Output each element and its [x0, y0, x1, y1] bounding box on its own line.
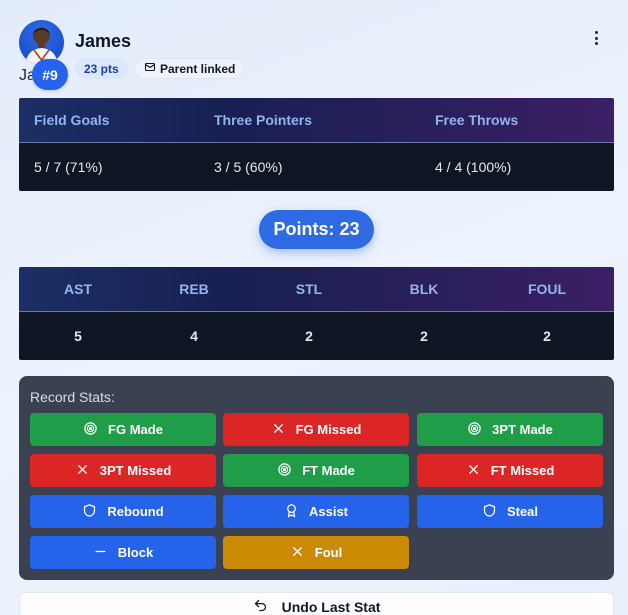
- x-icon: [75, 462, 90, 480]
- 3pt-made-button[interactable]: 3PT Made: [417, 413, 603, 446]
- steal-button[interactable]: Steal: [417, 495, 603, 528]
- player-header: Ja #9 James 23 pts Parent linked: [19, 19, 609, 91]
- ft-made-button[interactable]: FT Made: [223, 454, 409, 487]
- 3pt-made-label: 3PT Made: [492, 422, 553, 437]
- minus-icon: [93, 544, 108, 562]
- block-label: Block: [117, 545, 154, 560]
- jersey-number-badge: #9: [32, 59, 68, 90]
- parent-linked-badge: Parent linked: [134, 58, 246, 79]
- value-stl: 2: [305, 328, 313, 344]
- fg-missed-button[interactable]: FG Missed: [223, 413, 409, 446]
- assist-button[interactable]: Assist: [223, 495, 409, 528]
- x-icon: [466, 462, 481, 480]
- shooting-stats-table: Field Goals Three Pointers Free Throws 5…: [19, 98, 614, 191]
- value-three-pointers: 3 / 5 (60%): [214, 159, 283, 175]
- header-reb: REB: [179, 281, 209, 297]
- x-icon: [290, 544, 305, 562]
- target-icon: [83, 421, 98, 439]
- fg-missed-label: FG Missed: [295, 422, 362, 437]
- header-foul: FOUL: [527, 281, 567, 297]
- steal-label: Steal: [506, 504, 539, 519]
- fg-made-label: FG Made: [108, 422, 163, 437]
- foul-button[interactable]: Foul: [223, 536, 409, 569]
- rebound-button[interactable]: Rebound: [30, 495, 216, 528]
- shield-icon: [82, 503, 97, 521]
- shooting-stats-row: 5 / 7 (71%) 3 / 5 (60%) 4 / 4 (100%): [19, 143, 614, 191]
- box-stats-header: AST REB STL BLK FOUL: [19, 267, 614, 312]
- rebound-label: Rebound: [107, 504, 164, 519]
- ft-missed-button[interactable]: FT Missed: [417, 454, 603, 487]
- more-options-button[interactable]: [590, 28, 602, 48]
- undo-icon: [253, 598, 268, 615]
- points-badge: 23 pts: [75, 58, 128, 79]
- x-icon: [271, 421, 286, 439]
- record-stats-title: Record Stats:: [30, 389, 115, 405]
- undo-label: Undo Last Stat: [281, 599, 381, 615]
- ft-missed-label: FT Missed: [490, 463, 555, 478]
- 3pt-missed-label: 3PT Missed: [99, 463, 172, 478]
- foul-label: Foul: [314, 545, 343, 560]
- value-field-goals: 5 / 7 (71%): [34, 159, 103, 175]
- ft-made-label: FT Made: [302, 463, 355, 478]
- value-blk: 2: [420, 328, 428, 344]
- shield-icon: [482, 503, 497, 521]
- value-foul: 2: [543, 328, 551, 344]
- block-button[interactable]: Block: [30, 536, 216, 569]
- player-avatar: [19, 20, 64, 65]
- undo-last-stat-button[interactable]: Undo Last Stat: [19, 592, 614, 615]
- points-total-pill: Points: 23: [259, 210, 374, 249]
- box-stats-row: 5 4 2 2 2: [19, 312, 614, 360]
- header-three-pointers: Three Pointers: [214, 112, 313, 128]
- award-icon: [284, 503, 299, 521]
- header-free-throws: Free Throws: [435, 112, 519, 128]
- 3pt-missed-button[interactable]: 3PT Missed: [30, 454, 216, 487]
- target-icon: [467, 421, 482, 439]
- header-ast: AST: [64, 281, 92, 297]
- header-stl: STL: [295, 281, 323, 297]
- shooting-stats-header: Field Goals Three Pointers Free Throws: [19, 98, 614, 143]
- assist-label: Assist: [308, 504, 349, 519]
- header-field-goals: Field Goals: [34, 112, 110, 128]
- player-name: James: [75, 31, 132, 51]
- parent-linked-label: Parent linked: [160, 61, 236, 76]
- record-stats-panel: Record Stats: FG Made FG Missed 3PT Made…: [19, 376, 614, 580]
- mail-icon: [144, 61, 156, 76]
- value-free-throws: 4 / 4 (100%): [435, 159, 512, 175]
- target-icon: [277, 462, 292, 480]
- fg-made-button[interactable]: FG Made: [30, 413, 216, 446]
- value-reb: 4: [190, 328, 198, 344]
- header-blk: BLK: [409, 281, 439, 297]
- more-vertical-icon: [594, 31, 598, 34]
- value-ast: 5: [74, 328, 82, 344]
- box-stats-table: AST REB STL BLK FOUL 5 4 2 2 2: [19, 267, 614, 360]
